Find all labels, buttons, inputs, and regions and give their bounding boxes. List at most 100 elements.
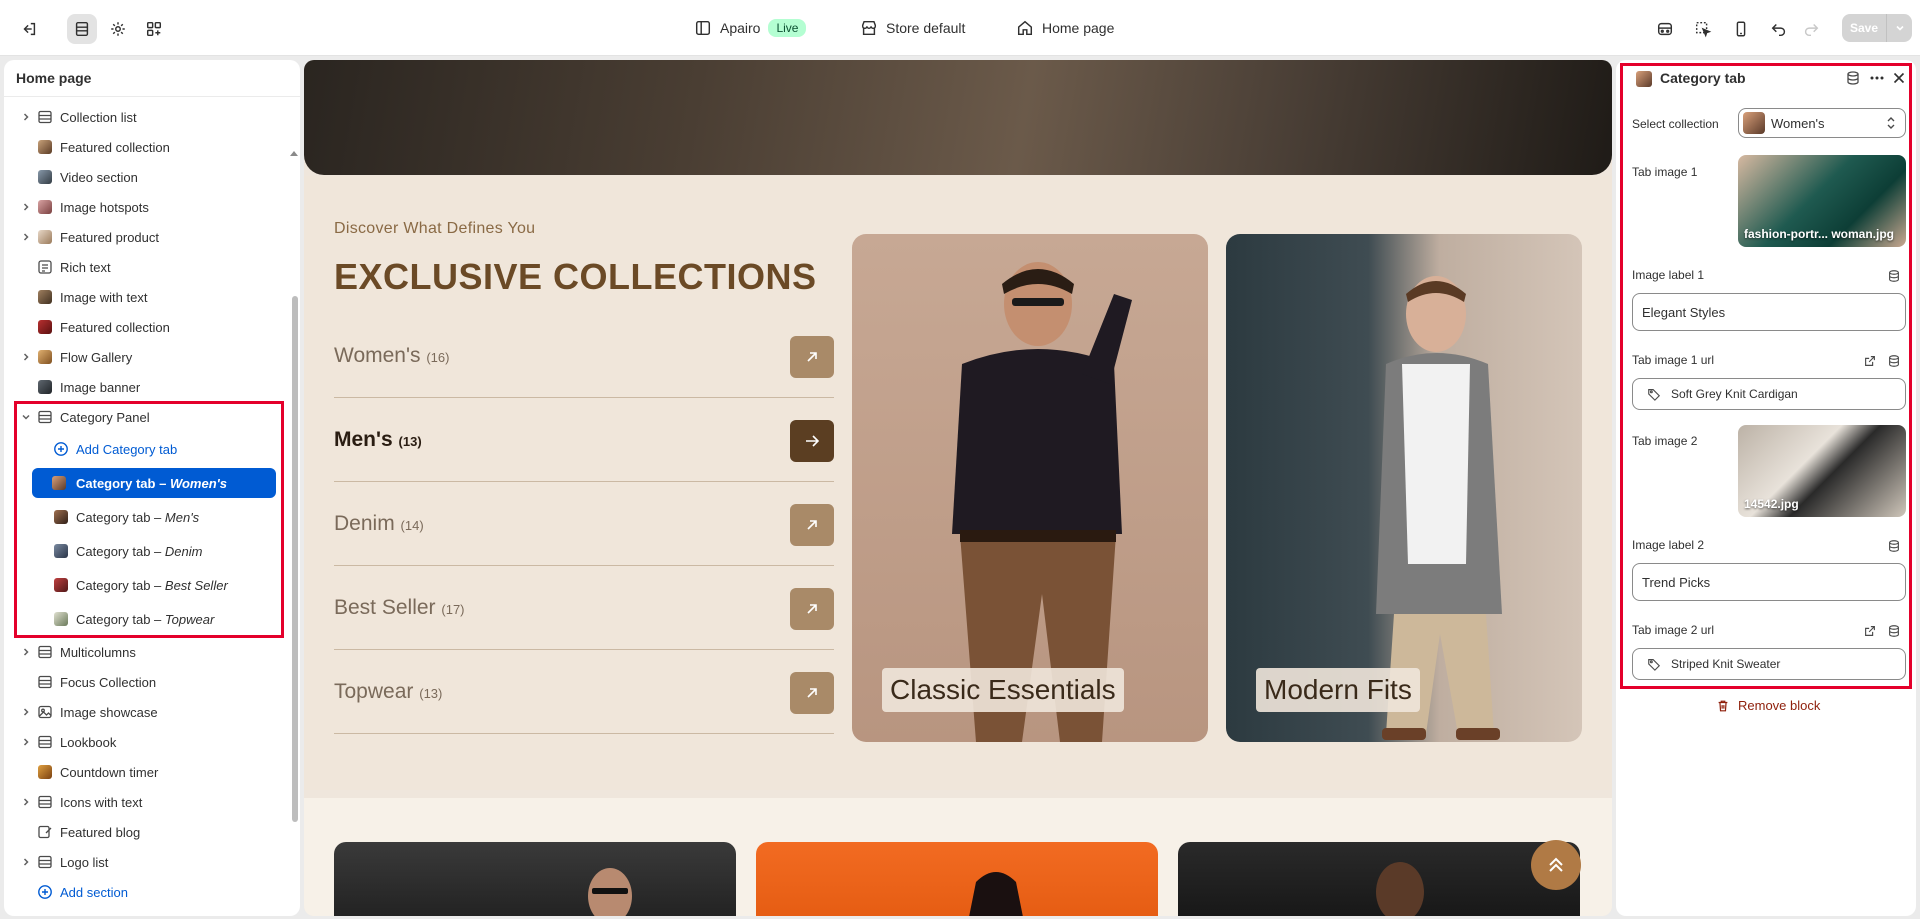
sidebar-item-image-banner[interactable]: Image banner bbox=[4, 372, 290, 402]
sidebar-item-video-section[interactable]: Video section bbox=[4, 162, 290, 192]
thumbnail bbox=[38, 290, 52, 304]
theme-name: Store default bbox=[886, 20, 966, 36]
thumbnail bbox=[38, 230, 52, 244]
sidebar-item-featured-blog[interactable]: Featured blog bbox=[4, 817, 290, 847]
section-icon bbox=[37, 674, 53, 690]
redo-icon[interactable] bbox=[1796, 14, 1826, 44]
category-photo-2[interactable]: Modern Fits bbox=[1226, 234, 1582, 742]
lookbook-card-3[interactable] bbox=[1178, 842, 1580, 916]
lower-section bbox=[304, 798, 1612, 916]
chevron-right-icon[interactable] bbox=[20, 736, 32, 748]
arrow-up-right-icon[interactable] bbox=[790, 336, 834, 378]
sidebar-item-featured-product[interactable]: Featured product bbox=[4, 222, 290, 252]
sections-icon[interactable] bbox=[67, 14, 97, 44]
chevron-right-icon[interactable] bbox=[20, 796, 32, 808]
photo-label-2: Modern Fits bbox=[1256, 668, 1420, 712]
inspector-icon[interactable] bbox=[1650, 14, 1680, 44]
man-figure-illustration bbox=[1376, 276, 1502, 740]
section-title: EXCLUSIVE COLLECTIONS bbox=[334, 256, 817, 297]
mobile-preview-icon[interactable] bbox=[1726, 14, 1756, 44]
thumbnail bbox=[38, 320, 52, 334]
gear-icon[interactable] bbox=[103, 14, 133, 44]
sidebar-item-rich-text[interactable]: Rich text bbox=[4, 252, 290, 282]
save-label: Save bbox=[1849, 21, 1879, 35]
photo-label-1: Classic Essentials bbox=[882, 668, 1124, 712]
category-panel-section[interactable]: Discover What Defines You EXCLUSIVE COLL… bbox=[304, 176, 1612, 790]
sidebar-item-image-showcase[interactable]: Image showcase bbox=[4, 697, 290, 727]
arrow-up-right-icon[interactable] bbox=[790, 672, 834, 714]
sidebar-item-focus-collection[interactable]: Focus Collection bbox=[4, 667, 290, 697]
image-icon bbox=[37, 704, 53, 720]
chevron-right-icon[interactable] bbox=[20, 351, 32, 363]
sections-sidebar: Home page Collection list Featured colle… bbox=[4, 60, 300, 916]
sidebar-item-countdown-timer[interactable]: Countdown timer bbox=[4, 757, 290, 787]
chevron-down-icon[interactable] bbox=[1887, 22, 1912, 34]
settings-highlight bbox=[1620, 63, 1912, 689]
arrow-right-icon[interactable] bbox=[790, 420, 834, 462]
thumbnail bbox=[38, 350, 52, 364]
category-photo-1[interactable]: Classic Essentials bbox=[852, 234, 1208, 742]
add-section-button[interactable]: Add section bbox=[4, 877, 290, 907]
person-illustration bbox=[588, 868, 632, 916]
man-figure-illustration bbox=[952, 262, 1132, 742]
remove-block-button[interactable]: Remove block bbox=[1716, 698, 1820, 713]
page-name: Home page bbox=[1042, 20, 1115, 36]
theme-preview: Discover What Defines You EXCLUSIVE COLL… bbox=[304, 60, 1612, 916]
chevron-right-icon[interactable] bbox=[20, 646, 32, 658]
person-illustration bbox=[969, 872, 1023, 916]
sidebar-item-icons-with-text[interactable]: Icons with text bbox=[4, 787, 290, 817]
store-icon bbox=[695, 20, 711, 36]
sidebar-title: Home page bbox=[16, 70, 92, 86]
undo-icon[interactable] bbox=[1764, 14, 1794, 44]
select-element-icon[interactable] bbox=[1688, 14, 1718, 44]
category-tab-womens[interactable]: Women's (16) bbox=[334, 314, 834, 398]
sidebar-item-flow-gallery[interactable]: Flow Gallery bbox=[4, 342, 290, 372]
thumbnail bbox=[38, 765, 52, 779]
store-selector[interactable]: Apairo Live bbox=[694, 14, 807, 42]
chevron-right-icon[interactable] bbox=[20, 231, 32, 243]
lookbook-card-1[interactable] bbox=[334, 842, 736, 916]
chevron-right-icon[interactable] bbox=[20, 856, 32, 868]
sidebar-item-collection-list[interactable]: Collection list bbox=[4, 102, 290, 132]
storefront-icon bbox=[861, 20, 877, 36]
double-chevron-up-icon bbox=[1549, 857, 1563, 872]
category-tab-denim[interactable]: Denim (14) bbox=[334, 482, 834, 566]
section-icon bbox=[37, 644, 53, 660]
hero-image bbox=[304, 60, 1612, 175]
category-tab-mens[interactable]: Men's (13) bbox=[334, 398, 834, 482]
section-icon bbox=[37, 794, 53, 810]
chevron-right-icon[interactable] bbox=[20, 111, 32, 123]
sidebar-item-multicolumns[interactable]: Multicolumns bbox=[4, 637, 290, 667]
text-icon bbox=[37, 259, 53, 275]
category-tab-topwear[interactable]: Topwear (13) bbox=[334, 650, 834, 734]
arrow-up-right-icon[interactable] bbox=[790, 588, 834, 630]
block-settings-panel: Category tab Select collection Women's T… bbox=[1616, 60, 1916, 916]
sidebar-item-image-with-text[interactable]: Image with text bbox=[4, 282, 290, 312]
sidebar-item-image-hotspots[interactable]: Image hotspots bbox=[4, 192, 290, 222]
theme-selector[interactable]: Store default bbox=[860, 14, 965, 42]
scroll-top-button[interactable] bbox=[1531, 840, 1581, 890]
lookbook-card-2[interactable] bbox=[756, 842, 1158, 916]
home-icon bbox=[1017, 20, 1033, 36]
sidebar-scrollbar[interactable] bbox=[290, 151, 298, 916]
person-illustration bbox=[1376, 862, 1424, 916]
apps-icon[interactable] bbox=[139, 14, 169, 44]
sidebar-item-featured-collection-2[interactable]: Featured collection bbox=[4, 312, 290, 342]
category-panel-highlight bbox=[14, 401, 284, 638]
chevron-right-icon[interactable] bbox=[20, 201, 32, 213]
exit-icon[interactable] bbox=[14, 14, 44, 44]
thumbnail bbox=[38, 200, 52, 214]
page-selector[interactable]: Home page bbox=[1016, 14, 1114, 42]
section-eyebrow: Discover What Defines You bbox=[334, 220, 536, 237]
section-icon bbox=[37, 854, 53, 870]
section-icon bbox=[37, 109, 53, 125]
sidebar-item-lookbook[interactable]: Lookbook bbox=[4, 727, 290, 757]
category-tab-best-seller[interactable]: Best Seller (17) bbox=[334, 566, 834, 650]
store-name: Apairo bbox=[720, 20, 761, 36]
chevron-right-icon[interactable] bbox=[20, 706, 32, 718]
sidebar-item-logo-list[interactable]: Logo list bbox=[4, 847, 290, 877]
arrow-up-right-icon[interactable] bbox=[790, 504, 834, 546]
save-button[interactable]: Save bbox=[1842, 14, 1912, 42]
thumbnail bbox=[38, 140, 52, 154]
sidebar-item-featured-collection[interactable]: Featured collection bbox=[4, 132, 290, 162]
